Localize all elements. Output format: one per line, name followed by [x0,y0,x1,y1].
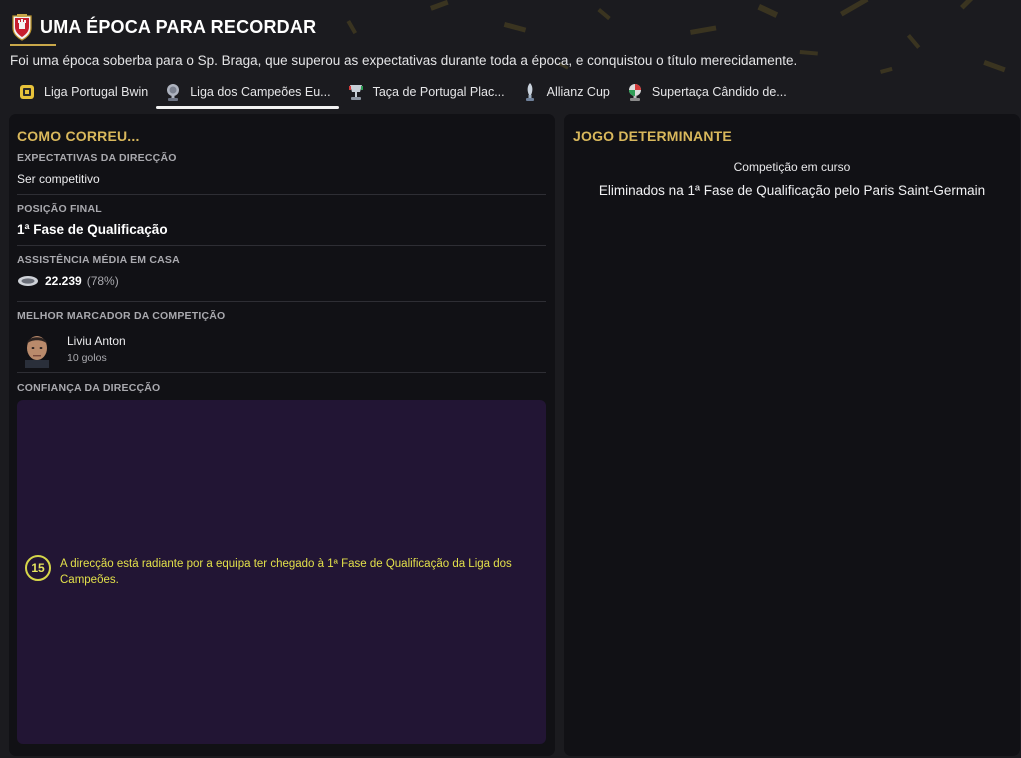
decisive-game-panel: JOGO DETERMINANTE Competição em curso El… [564,114,1020,756]
tab-label: Liga dos Campeões Eu... [190,85,331,99]
attendance-section: ASSISTÊNCIA MÉDIA EM CASA 22.239 (78%) [17,254,546,302]
player-goals: 10 golos [67,352,107,364]
final-position-section: POSIÇÃO FINAL 1ª Fase de Qualificação [17,203,546,246]
confidence-score-badge: 15 [25,555,51,581]
attendance-value: 22.239 [45,274,82,288]
tab-label: Allianz Cup [546,85,610,99]
tab-allianz-cup[interactable]: Allianz Cup [513,78,618,106]
tab-liga-campeoes[interactable]: Liga dos Campeões Eu... [156,78,339,109]
tab-supertaca[interactable]: Supertaça Cândido de... [618,78,795,106]
page-title: UMA ÉPOCA PARA RECORDAR [40,16,317,37]
attendance-label: ASSISTÊNCIA MÉDIA EM CASA [17,254,180,266]
top-scorer-section: MELHOR MARCADOR DA COMPETIÇÃO Liviu Anto… [17,310,546,373]
final-position-value: 1ª Fase de Qualificação [17,222,168,237]
confidence-message: A direcção está radiante por a equipa te… [60,558,512,586]
club-crest-icon [12,14,32,41]
title-underline [10,44,56,46]
expectations-label: EXPECTATIVAS DA DIRECÇÃO [17,152,177,164]
player-name[interactable]: Liviu Anton [67,334,126,348]
panel-heading: JOGO DETERMINANTE [573,128,732,144]
confidence-label: CONFIANÇA DA DIRECÇÃO [17,382,161,394]
tab-liga-portugal[interactable]: Liga Portugal Bwin [10,78,156,106]
expectations-value: Ser competitivo [17,172,100,186]
final-position-label: POSIÇÃO FINAL [17,203,102,215]
elimination-result: Eliminados na 1ª Fase de Qualificação pe… [598,183,986,198]
supercup-trophy-icon [628,84,641,101]
top-scorer-card[interactable]: Liviu Anton 10 golos [17,330,546,368]
league-trophy-icon [20,85,34,99]
competition-status: Competição em curso [733,160,851,174]
stadium-icon [18,276,38,286]
tab-taca-portugal[interactable]: Taça de Portugal Plac... [339,78,513,106]
tab-label: Taça de Portugal Plac... [372,85,505,99]
board-confidence-box: 15 A direcção está radiante por a equipa… [17,400,546,744]
champions-trophy-icon [167,84,180,101]
tab-label: Supertaça Cândido de... [651,85,787,99]
attendance-percentage: (78%) [86,274,119,288]
how-it-went-panel: COMO CORREU... EXPECTATIVAS DA DIRECÇÃO … [9,114,555,756]
allianz-trophy-icon [525,83,534,101]
player-avatar [25,336,49,368]
top-scorer-label: MELHOR MARCADOR DA COMPETIÇÃO [17,310,226,322]
expectations-section: EXPECTATIVAS DA DIRECÇÃO Ser competitivo [17,152,546,195]
tab-label: Liga Portugal Bwin [44,85,149,99]
season-summary-text: Foi uma época soberba para o Sp. Braga, … [10,53,798,68]
competition-tabs: Liga Portugal Bwin Liga dos Campeões Eu.… [10,78,795,110]
panel-heading: COMO CORREU... [17,128,140,144]
cup-trophy-icon [348,85,363,100]
page-header: UMA ÉPOCA PARA RECORDAR Foi uma época so… [10,10,1011,68]
